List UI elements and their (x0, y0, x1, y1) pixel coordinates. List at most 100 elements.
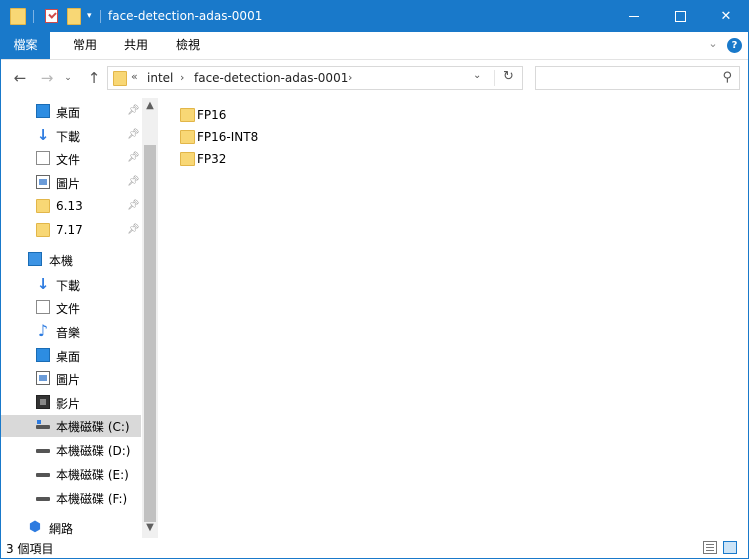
new-folder-icon[interactable] (67, 8, 81, 25)
sidebar-item-7-17[interactable]: 7.17 📌︎ (1, 220, 141, 242)
sidebar-item-desktop[interactable]: 桌面 (1, 345, 141, 367)
scroll-up-icon[interactable]: ▲ (142, 100, 158, 111)
recent-locations-chevron-icon[interactable]: ⌄ (61, 68, 75, 88)
tab-home[interactable]: 常用 (63, 32, 107, 59)
sidebar-item-label: 本機磁碟 (C:) (56, 420, 130, 434)
music-icon: ♪ (37, 321, 49, 340)
pin-icon[interactable]: 📌︎ (127, 129, 140, 140)
sidebar-item-downloads[interactable]: ↓ 下載 📌︎ (1, 125, 141, 147)
address-bar[interactable]: « intel › face-detection-adas-0001 › ⌄ ↻ (107, 66, 523, 90)
file-name: FP16-INT8 (197, 130, 259, 144)
file-name: FP32 (197, 152, 227, 166)
sidebar-item-label: 影片 (56, 397, 81, 411)
sidebar-item-6-13[interactable]: 6.13 📌︎ (1, 196, 141, 218)
scrollbar-thumb[interactable] (144, 145, 156, 522)
minimize-button[interactable] (611, 1, 657, 32)
list-item[interactable]: FP16-INT8 (180, 128, 300, 147)
details-view-icon[interactable] (703, 541, 717, 554)
sidebar-item-label: 圖片 (56, 177, 81, 191)
tab-view[interactable]: 檢視 (166, 32, 210, 59)
properties-icon[interactable] (45, 9, 58, 23)
separator (100, 10, 101, 23)
list-item[interactable]: FP16 (180, 106, 300, 125)
breadcrumb-overflow-icon[interactable]: « (131, 70, 138, 83)
pin-icon[interactable]: 📌︎ (127, 200, 140, 211)
minimize-icon (629, 16, 639, 17)
sidebar-item-videos[interactable]: 影片 (1, 392, 141, 414)
folder-icon (180, 108, 195, 122)
pin-icon[interactable]: 📌︎ (127, 224, 140, 235)
sidebar-item-documents[interactable]: 文件 (1, 297, 141, 319)
search-input[interactable]: ⚲ (535, 66, 740, 90)
help-icon[interactable]: ? (727, 38, 742, 53)
sidebar-item-pictures[interactable]: 圖片 (1, 368, 141, 390)
breadcrumb-current[interactable]: face-detection-adas-0001 (194, 71, 348, 85)
expand-ribbon-chevron-icon[interactable]: ⌄ (706, 37, 720, 51)
sidebar-item-label: 本機磁碟 (D:) (56, 444, 131, 458)
address-dropdown-chevron-icon[interactable]: ⌄ (473, 70, 481, 81)
list-item[interactable]: FP32 (180, 150, 300, 169)
tab-file[interactable]: 檔案 (1, 32, 50, 59)
documents-icon (36, 151, 50, 165)
back-arrow-icon[interactable]: ← (11, 68, 29, 88)
sidebar-item-downloads[interactable]: ↓ 下載 (1, 274, 141, 296)
navigation-pane: 桌面 📌︎ ↓ 下載 📌︎ 文件 📌︎ 圖片 📌︎ 6.13 📌︎ 7.17 📌… (1, 98, 159, 538)
sidebar-item-network[interactable]: ⬢ 網路 (1, 517, 141, 539)
navigation-bar: ← → ⌄ ↑ « intel › face-detection-adas-00… (1, 60, 748, 98)
breadcrumb-intel[interactable]: intel (147, 71, 173, 85)
breadcrumb-separator-icon[interactable]: › (348, 71, 352, 84)
tab-share[interactable]: 共用 (114, 32, 158, 59)
forward-arrow-icon[interactable]: → (38, 68, 56, 88)
sidebar-item-label: 桌面 (56, 106, 81, 120)
sidebar-item-drive-f[interactable]: 本機磁碟 (F:) (1, 487, 141, 509)
file-list[interactable]: FP16 FP16-INT8 FP32 (159, 98, 748, 538)
breadcrumb-separator-icon[interactable]: › (180, 71, 184, 84)
title-bar: ▾ face-detection-adas-0001 ✕ (1, 1, 748, 32)
folder-icon (180, 152, 195, 166)
pictures-icon (36, 175, 50, 189)
sidebar-item-documents[interactable]: 文件 📌︎ (1, 148, 141, 170)
ribbon-tabs: 檔案 常用 共用 檢視 ⌄ ? (1, 32, 748, 60)
sidebar-item-label: 文件 (56, 153, 81, 167)
folder-icon[interactable] (10, 8, 26, 25)
pin-icon[interactable]: 📌︎ (127, 176, 140, 187)
documents-icon (36, 300, 50, 314)
this-pc-icon (28, 252, 42, 266)
sidebar-item-label: 網路 (49, 522, 74, 536)
customize-toolbar-chevron-icon[interactable]: ▾ (87, 11, 92, 21)
sidebar-item-drive-d[interactable]: 本機磁碟 (D:) (1, 439, 141, 461)
status-bar: 3 個項目 (1, 538, 748, 558)
folder-icon (180, 130, 195, 144)
refresh-icon[interactable]: ↻ (503, 69, 514, 84)
sidebar-item-label: 本機磁碟 (F:) (56, 492, 128, 506)
pin-icon[interactable]: 📌︎ (127, 152, 140, 163)
item-count: 3 個項目 (6, 542, 54, 556)
sidebar-item-label: 下載 (56, 279, 81, 293)
sidebar-item-music[interactable]: ♪ 音樂 (1, 321, 141, 343)
pictures-icon (36, 371, 50, 385)
up-arrow-icon[interactable]: ↑ (85, 68, 103, 88)
sidebar-item-this-pc[interactable]: 本機 (1, 249, 141, 271)
drive-c-icon (36, 418, 50, 432)
sidebar-item-label: 6.13 (56, 199, 83, 213)
sidebar-item-desktop[interactable]: 桌面 📌︎ (1, 101, 141, 123)
drive-icon (36, 442, 50, 456)
drive-icon (36, 466, 50, 480)
large-icons-view-icon[interactable] (723, 541, 737, 554)
desktop-icon (36, 104, 50, 118)
videos-icon (36, 395, 50, 409)
close-button[interactable]: ✕ (703, 1, 748, 32)
sidebar-item-label: 文件 (56, 302, 81, 316)
desktop-icon (36, 348, 50, 362)
maximize-button[interactable] (657, 1, 703, 32)
sidebar-item-drive-c[interactable]: 本機磁碟 (C:) (1, 415, 141, 437)
maximize-icon (675, 11, 686, 22)
sidebar-item-pictures[interactable]: 圖片 📌︎ (1, 172, 141, 194)
sidebar-item-label: 桌面 (56, 350, 81, 364)
scroll-down-icon[interactable]: ▼ (142, 522, 158, 533)
sidebar-item-label: 本機 (49, 254, 74, 268)
search-icon: ⚲ (722, 70, 732, 85)
sidebar-item-drive-e[interactable]: 本機磁碟 (E:) (1, 463, 141, 485)
pin-icon[interactable]: 📌︎ (127, 105, 140, 116)
file-explorer-window: ▾ face-detection-adas-0001 ✕ 檔案 常用 共用 檢視… (0, 0, 749, 559)
